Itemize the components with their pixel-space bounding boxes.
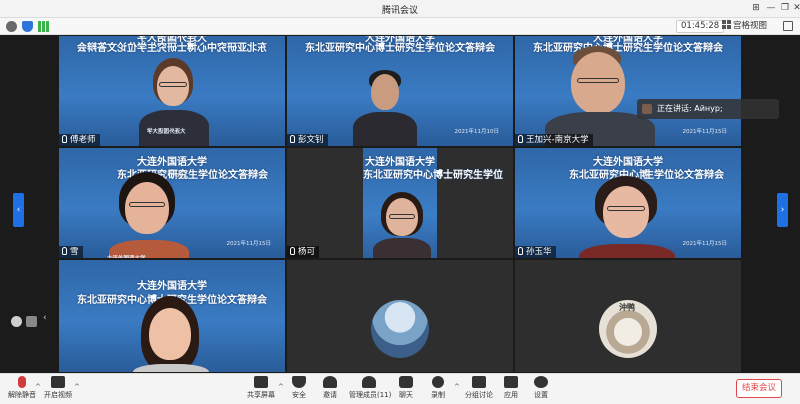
breakout-icon [472, 376, 486, 388]
participant-name: 王加兴-南京大学 [515, 134, 593, 146]
video-tile[interactable]: 大连外国语大学 东北亚研究中心博 生学位论文答辩会 2021年11月15日 孙玉… [515, 148, 741, 258]
banner-line1: 大连外国语大学 [593, 157, 663, 168]
start-video-button[interactable]: 开启视频 [38, 376, 78, 400]
avatar-caption: 沖鸭 [619, 303, 635, 312]
camera-off-icon [51, 376, 65, 388]
shield-icon [292, 376, 306, 388]
date-stamp: 2021年11月15日 [226, 241, 272, 247]
next-page-arrow[interactable]: › [777, 193, 788, 227]
video-tile[interactable]: 沖鸭 [515, 260, 741, 372]
meeting-info-bar: 01:45:28 宫格视图 [0, 18, 800, 35]
apps-icon [504, 376, 518, 388]
grid-icon [722, 20, 731, 29]
date-stamp: 2021年11月15日 [682, 129, 728, 135]
participant-name: 孙玉华 [515, 246, 556, 258]
gear-icon [534, 376, 548, 388]
signal-icon[interactable] [38, 21, 49, 32]
settings-button[interactable]: 设置 [521, 376, 561, 400]
share-screen-button[interactable]: 共享屏幕 [241, 376, 281, 400]
end-meeting-button[interactable]: 结束会议 [736, 379, 782, 398]
members-icon [362, 376, 376, 388]
video-tile[interactable]: 大连外国语大学 东北亚研究中心博士研究生学位论文答辩会 大连外国语大学 傅老师 [59, 36, 285, 146]
date-stamp: 2021年11月10日 [454, 129, 500, 135]
mic-icon [290, 135, 295, 143]
shield-icon[interactable] [22, 21, 33, 32]
chevron-up-icon[interactable]: ^ [74, 383, 80, 391]
info-icon[interactable] [6, 21, 17, 32]
banner-line2: 东北亚研究中心博士研究生学位论文答辩会 [77, 43, 267, 54]
collapse-arrow-icon[interactable]: ‹ [43, 313, 47, 323]
mic-icon [518, 247, 523, 255]
video-tile[interactable]: 大连外国语大学 东北亚研究中心博士研究生学位论文答辩会 2021年11月10日 … [287, 36, 513, 146]
pin-icon[interactable]: ⊞ [749, 2, 763, 15]
participant-name: 雪 [59, 246, 83, 258]
mic-icon [290, 247, 295, 255]
banner-line1: 大连外国语大学 [365, 157, 435, 168]
video-tile[interactable]: 大连外国语大学 东北亚研究中心博士研究生学位 杨可 [287, 148, 513, 258]
participant-name: 彭文钊 [287, 134, 328, 146]
participant-name: 傅老师 [59, 134, 100, 146]
record-button[interactable]: 录制 [418, 376, 458, 400]
window-title: 腾讯会议 [381, 6, 418, 16]
video-tile[interactable]: 大连外国语大学 东北亚研究中心 研究生学位论文答辩会 大连外国语大学 2021年… [59, 148, 285, 258]
meeting-timer: 01:45:28 [676, 20, 725, 33]
fullscreen-icon[interactable] [783, 21, 793, 31]
speaker-avatar-icon [642, 104, 652, 114]
video-tile[interactable]: 大连外国语大学 东北亚研究中心博士研究生学位论文答辩会 2021年11月15日 … [515, 36, 741, 146]
video-tile[interactable]: 大连外国语大学 东北亚研究中心博士研究生学位论文答辩会 [59, 260, 285, 372]
title-bar: 腾讯会议 ⊞ — ❐ ✕ [0, 0, 800, 18]
chat-icon [399, 376, 413, 388]
mic-icon [518, 135, 523, 143]
minimize-icon[interactable]: — [764, 2, 778, 15]
record-icon [432, 376, 444, 388]
view-layout-button[interactable]: 宫格视图 [722, 20, 767, 33]
banner-line2: 东北亚研究中心博士研究生学位论文答辩会 [305, 43, 495, 54]
date-stamp: 2021年11月15日 [682, 241, 728, 247]
invite-button[interactable]: 邀请 [310, 376, 350, 400]
prev-page-arrow[interactable]: ‹ [13, 193, 24, 227]
view-layout-label: 宫格视图 [733, 21, 768, 31]
bottom-toolbar: 解除静音 ^ 开启视频 ^ 共享屏幕 ^ 安全 邀请 管理成员(11) 聊天 录… [0, 373, 800, 404]
video-tile[interactable] [287, 260, 513, 372]
emoji-icon[interactable] [11, 316, 22, 327]
participant-name: 杨可 [287, 246, 320, 258]
mic-muted-icon [18, 376, 26, 388]
speaking-indicator: 正在讲话: Айнур; [637, 99, 779, 119]
participant-avatar [371, 300, 429, 358]
close-icon[interactable]: ✕ [790, 2, 800, 15]
mic-icon [62, 135, 67, 143]
meeting-window: 腾讯会议 ⊞ — ❐ ✕ 01:45:28 宫格视图 大连外国语大学 东北亚研究… [0, 0, 800, 404]
banner-line1: 大连外国语大学 [137, 157, 207, 168]
banner-line2: 东北亚研究中心博士研究生学位论文答辩会 [533, 43, 723, 54]
share-screen-icon [254, 376, 268, 388]
mic-icon [62, 247, 67, 255]
chat-bubble-icon[interactable] [26, 316, 37, 327]
invite-icon [323, 376, 337, 388]
banner-line2: 东北亚研究中心博士研究生学位 [363, 170, 503, 181]
manage-members-button[interactable]: 管理成员(11) [349, 376, 391, 400]
banner-line2: 研究生学位论文答辩会 [168, 170, 268, 181]
banner-line1: 大连外国语大学 [137, 281, 207, 292]
